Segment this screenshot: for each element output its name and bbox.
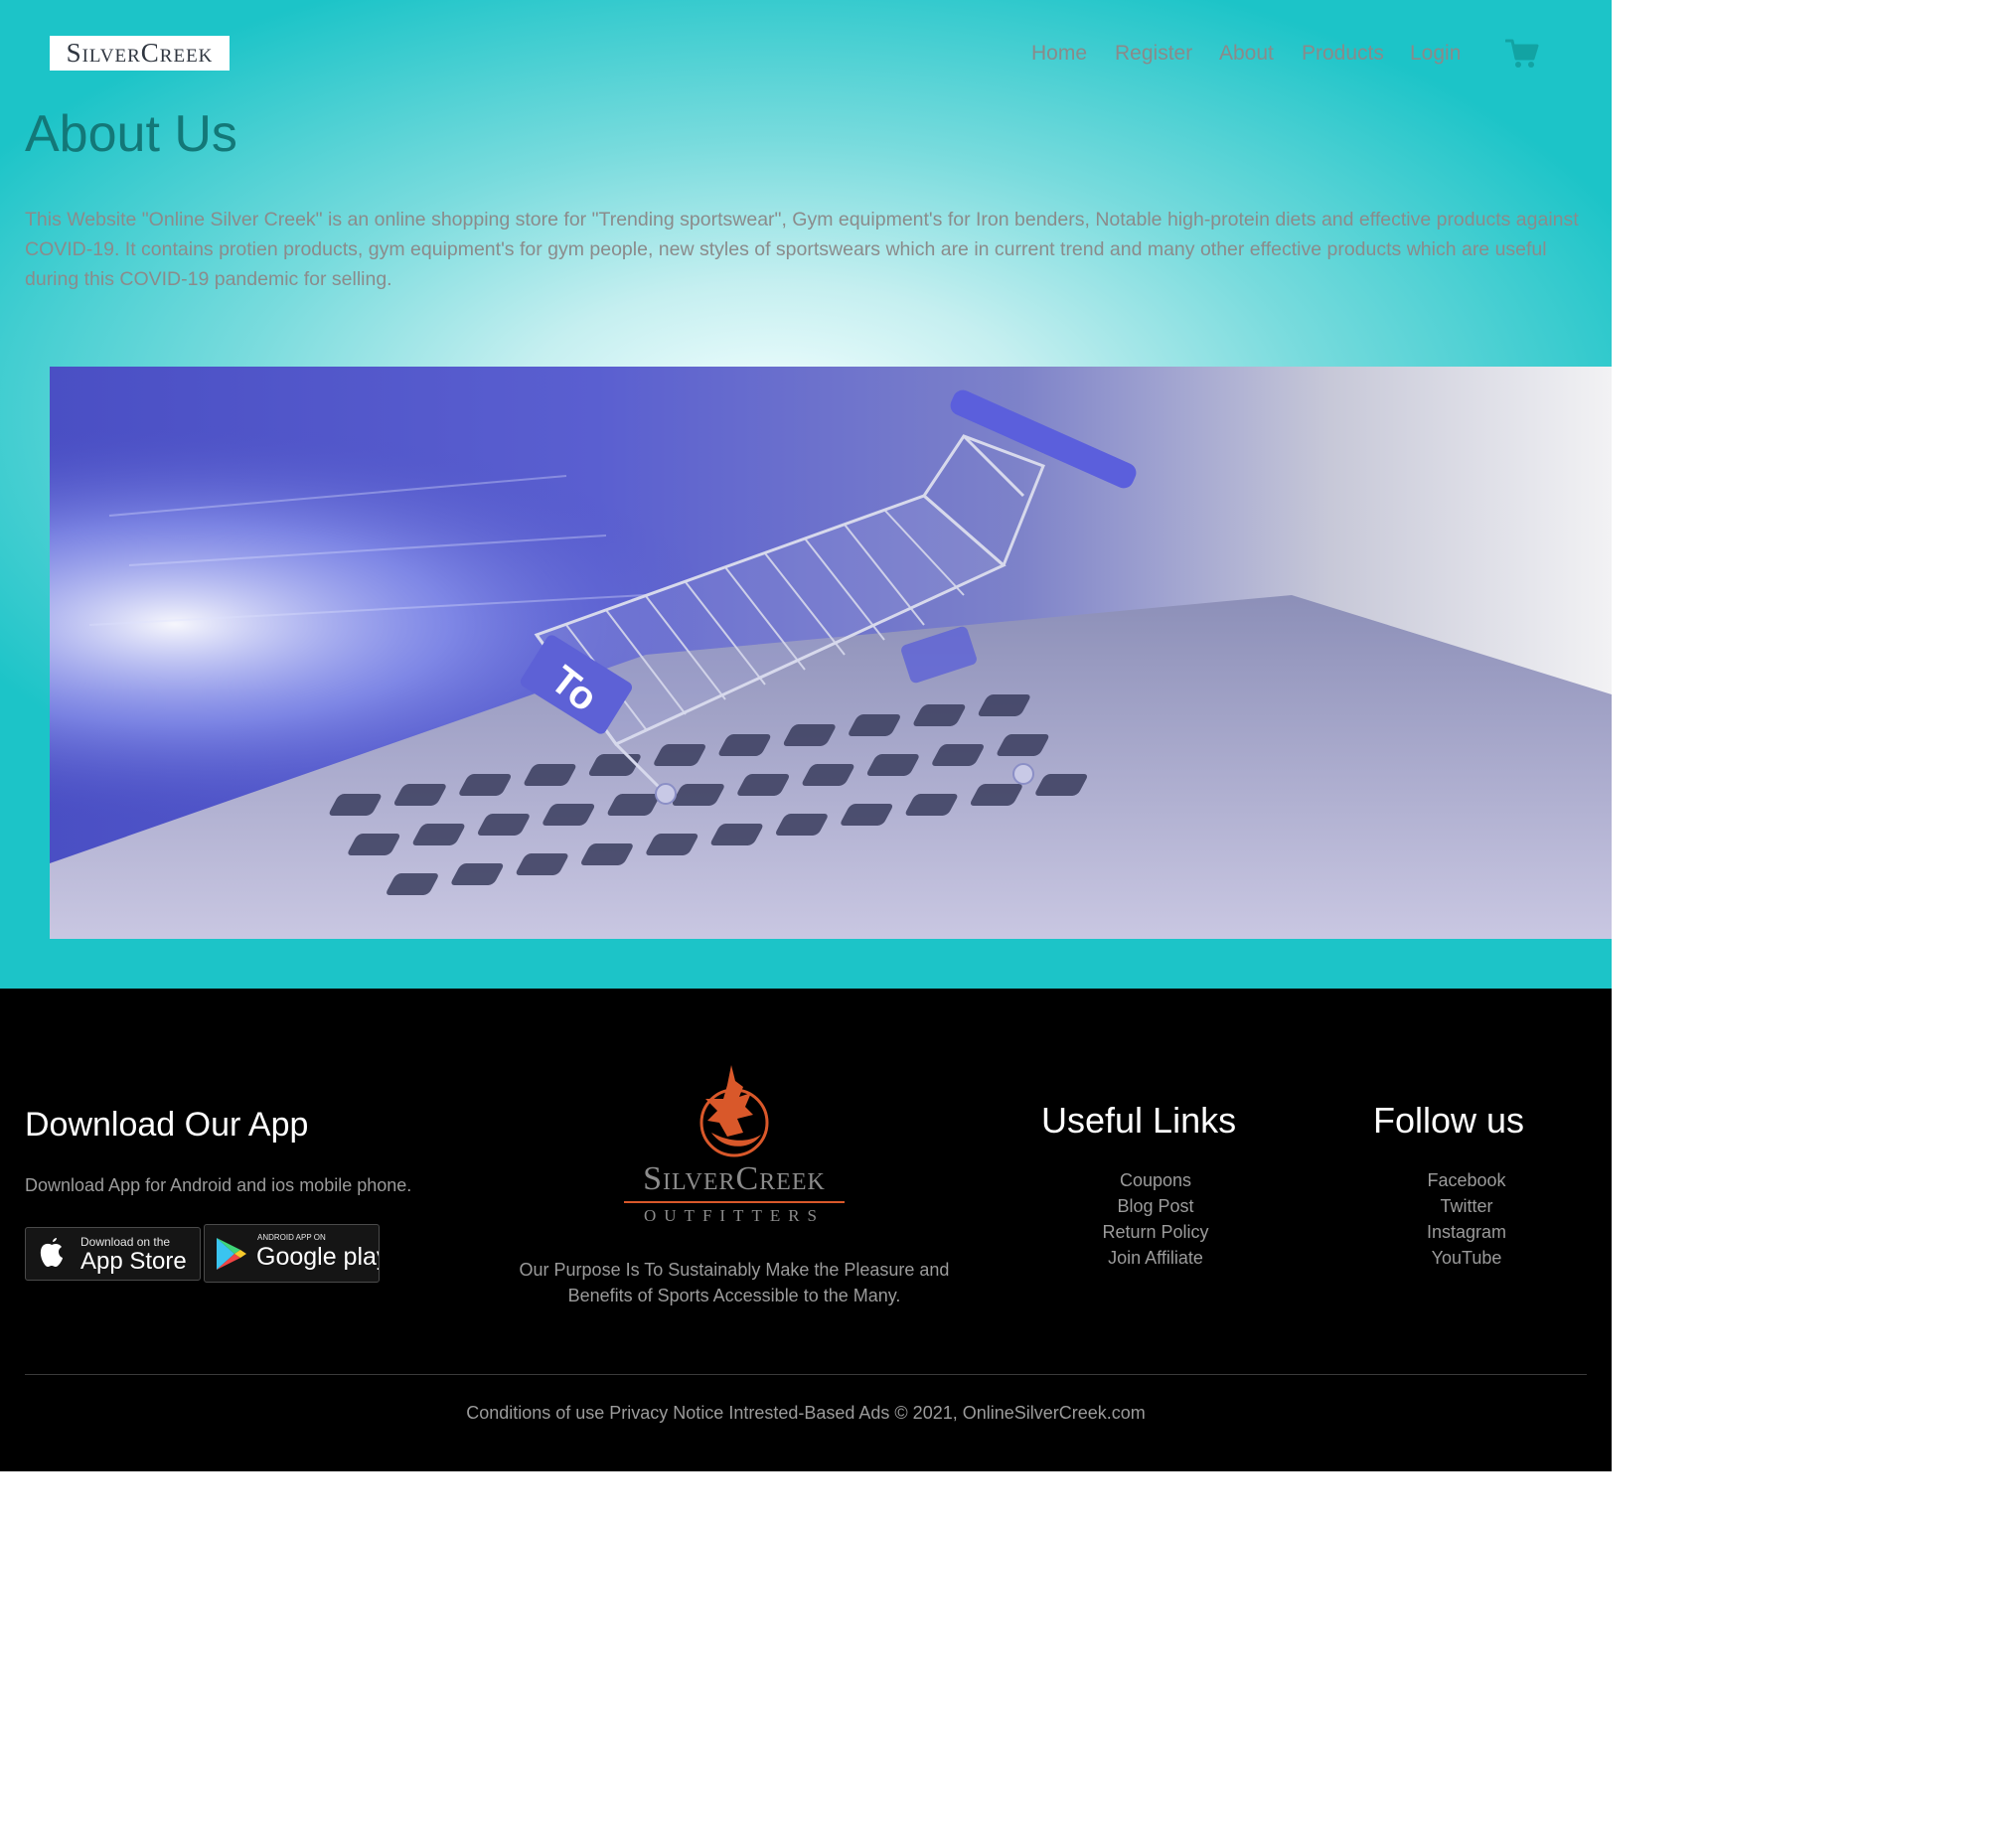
nav-register[interactable]: Register [1115, 42, 1192, 66]
footer-divider [25, 1374, 1587, 1375]
download-app-heading: Download Our App [25, 1106, 309, 1144]
footer-brand-name: SilverCreek [643, 1160, 826, 1197]
google-play-button[interactable]: ANDROID APP ON Google play [204, 1224, 380, 1283]
googleplay-small-text: ANDROID APP ON [257, 1233, 326, 1242]
link-twitter[interactable]: Twitter [1356, 1193, 1577, 1219]
nav-home[interactable]: Home [1031, 42, 1087, 66]
useful-links-heading: Useful Links [1041, 1100, 1237, 1141]
link-youtube[interactable]: YouTube [1356, 1245, 1577, 1271]
nav-login[interactable]: Login [1410, 42, 1461, 66]
link-coupons[interactable]: Coupons [1045, 1167, 1266, 1193]
social-links-list: Facebook Twitter Instagram YouTube [1356, 1167, 1577, 1271]
page-title: About Us [25, 105, 237, 163]
link-return-policy[interactable]: Return Policy [1045, 1219, 1266, 1245]
site-logo-text: SilverCreek [66, 38, 214, 68]
link-facebook[interactable]: Facebook [1356, 1167, 1577, 1193]
brand-underline [624, 1201, 845, 1203]
shopping-cart-icon[interactable] [1504, 38, 1539, 70]
hero-section: SilverCreek Home Register About Products… [0, 0, 1612, 989]
apple-icon [38, 1236, 66, 1275]
link-instagram[interactable]: Instagram [1356, 1219, 1577, 1245]
app-store-button[interactable]: Download on the App Store [25, 1227, 201, 1281]
link-blog-post[interactable]: Blog Post [1045, 1193, 1266, 1219]
google-play-icon [215, 1236, 248, 1277]
googleplay-big-text: Google play [256, 1243, 380, 1271]
follow-us-heading: Follow us [1373, 1100, 1525, 1141]
banner-image: To [50, 367, 1612, 939]
footer-brand-logo: SilverCreek OUTFITTERS [620, 1063, 849, 1232]
useful-links-list: Coupons Blog Post Return Policy Join Aff… [1045, 1167, 1266, 1271]
bird-emblem-icon [699, 1065, 769, 1157]
footer-brand-sub: OUTFITTERS [644, 1206, 825, 1225]
nav-products[interactable]: Products [1302, 42, 1384, 66]
site-logo[interactable]: SilverCreek [50, 36, 230, 71]
appstore-big-text: App Store [80, 1248, 187, 1275]
appstore-small-text: Download on the [80, 1235, 171, 1249]
nav-about[interactable]: About [1219, 42, 1274, 66]
link-join-affiliate[interactable]: Join Affiliate [1045, 1245, 1266, 1271]
footer-copyright: Conditions of use Privacy Notice Intrest… [466, 1403, 1146, 1423]
about-description: This Website "Online Silver Creek" is an… [25, 209, 1579, 290]
site-footer: Download Our App Download App for Androi… [0, 989, 1612, 1471]
footer-tagline: Our Purpose Is To Sustainably Make the P… [519, 1260, 950, 1305]
download-app-text: Download App for Android and ios mobile … [25, 1175, 412, 1195]
